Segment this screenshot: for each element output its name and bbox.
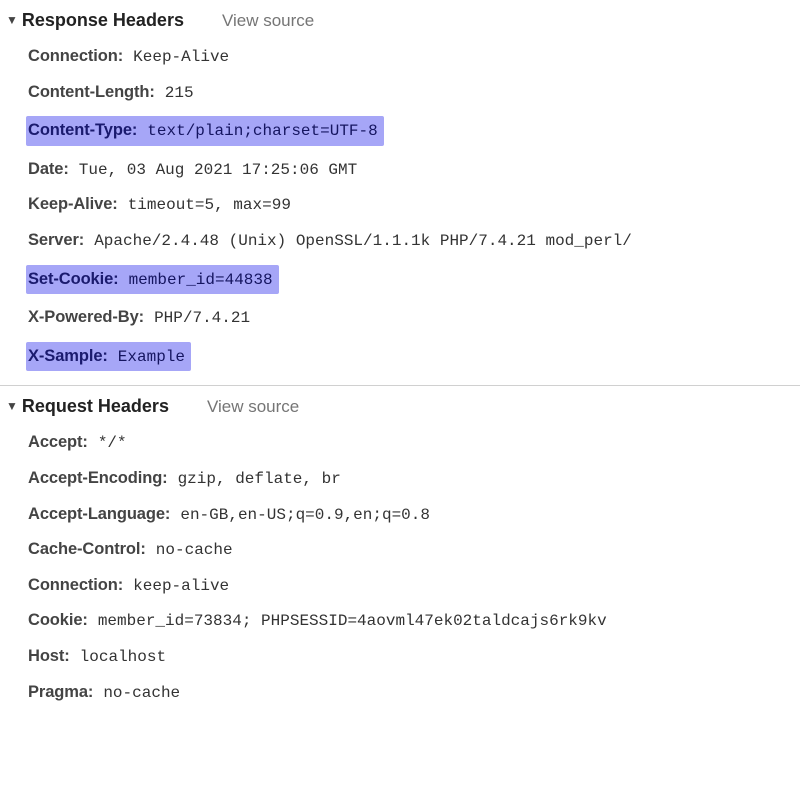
header-row-connection[interactable]: Connection: keep-alive <box>28 568 800 604</box>
header-row-server[interactable]: Server: Apache/2.4.48 (Unix) OpenSSL/1.1… <box>28 223 800 259</box>
header-value: timeout=5, max=99 <box>128 195 291 217</box>
header-name: Accept-Encoding: <box>28 467 168 489</box>
header-name: Server: <box>28 229 84 251</box>
triangle-down-icon: ▼ <box>6 399 18 413</box>
header-value: no-cache <box>103 683 180 705</box>
request-headers-list: Accept: */* Accept-Encoding: gzip, defla… <box>0 423 800 716</box>
response-headers-toggle[interactable]: ▼ Response Headers View source <box>0 4 800 37</box>
header-row-host[interactable]: Host: localhost <box>28 639 800 675</box>
header-value: */* <box>98 433 127 455</box>
header-name: X-Sample: <box>28 345 108 367</box>
response-headers-section: ▼ Response Headers View source Connectio… <box>0 0 800 385</box>
header-name: Accept: <box>28 431 88 453</box>
request-headers-toggle[interactable]: ▼ Request Headers View source <box>0 390 800 423</box>
header-name: Date: <box>28 158 69 180</box>
response-headers-title: Response Headers <box>22 10 184 31</box>
header-value: Keep-Alive <box>133 47 229 69</box>
header-value: Example <box>118 347 185 369</box>
view-source-link[interactable]: View source <box>207 397 299 417</box>
header-name: Content-Length: <box>28 81 155 103</box>
header-value: gzip, deflate, br <box>178 469 341 491</box>
header-value: no-cache <box>156 540 233 562</box>
header-value: PHP/7.4.21 <box>154 308 250 330</box>
header-name: Pragma: <box>28 681 93 703</box>
header-row-cache-control[interactable]: Cache-Control: no-cache <box>28 532 800 568</box>
header-name: Connection: <box>28 574 123 596</box>
header-row-content-length[interactable]: Content-Length: 215 <box>28 75 800 111</box>
header-name: Set-Cookie: <box>28 268 119 290</box>
header-row-set-cookie[interactable]: Set-Cookie: member_id=44838 <box>28 259 800 301</box>
header-row-pragma[interactable]: Pragma: no-cache <box>28 675 800 711</box>
header-name: Keep-Alive: <box>28 193 118 215</box>
request-headers-title: Request Headers <box>22 396 169 417</box>
header-name: X-Powered-By: <box>28 306 144 328</box>
header-row-accept-language[interactable]: Accept-Language: en-GB,en-US;q=0.9,en;q=… <box>28 497 800 533</box>
header-value: Tue, 03 Aug 2021 17:25:06 GMT <box>79 160 357 182</box>
header-row-accept-encoding[interactable]: Accept-Encoding: gzip, deflate, br <box>28 461 800 497</box>
header-row-x-sample[interactable]: X-Sample: Example <box>28 336 800 378</box>
header-name: Cookie: <box>28 609 88 631</box>
triangle-down-icon: ▼ <box>6 13 18 27</box>
request-headers-section: ▼ Request Headers View source Accept: */… <box>0 385 800 718</box>
header-row-keep-alive[interactable]: Keep-Alive: timeout=5, max=99 <box>28 187 800 223</box>
response-headers-list: Connection: Keep-Alive Content-Length: 2… <box>0 37 800 383</box>
header-value: Apache/2.4.48 (Unix) OpenSSL/1.1.1k PHP/… <box>94 231 632 253</box>
header-name: Accept-Language: <box>28 503 170 525</box>
header-name: Connection: <box>28 45 123 67</box>
header-value: member_id=44838 <box>129 270 273 292</box>
header-name: Cache-Control: <box>28 538 146 560</box>
header-name: Host: <box>28 645 70 667</box>
header-row-x-powered-by[interactable]: X-Powered-By: PHP/7.4.21 <box>28 300 800 336</box>
header-value: localhost <box>80 647 166 669</box>
header-row-cookie[interactable]: Cookie: member_id=73834; PHPSESSID=4aovm… <box>28 603 800 639</box>
header-value: text/plain;charset=UTF-8 <box>147 121 377 143</box>
header-value: en-GB,en-US;q=0.9,en;q=0.8 <box>180 505 430 527</box>
header-row-content-type[interactable]: Content-Type: text/plain;charset=UTF-8 <box>28 110 800 152</box>
header-value: 215 <box>165 83 194 105</box>
header-row-accept[interactable]: Accept: */* <box>28 425 800 461</box>
header-name: Content-Type: <box>28 119 137 141</box>
header-value: member_id=73834; PHPSESSID=4aovml47ek02t… <box>98 611 607 633</box>
view-source-link[interactable]: View source <box>222 11 314 31</box>
header-row-connection[interactable]: Connection: Keep-Alive <box>28 39 800 75</box>
header-value: keep-alive <box>133 576 229 598</box>
header-row-date[interactable]: Date: Tue, 03 Aug 2021 17:25:06 GMT <box>28 152 800 188</box>
